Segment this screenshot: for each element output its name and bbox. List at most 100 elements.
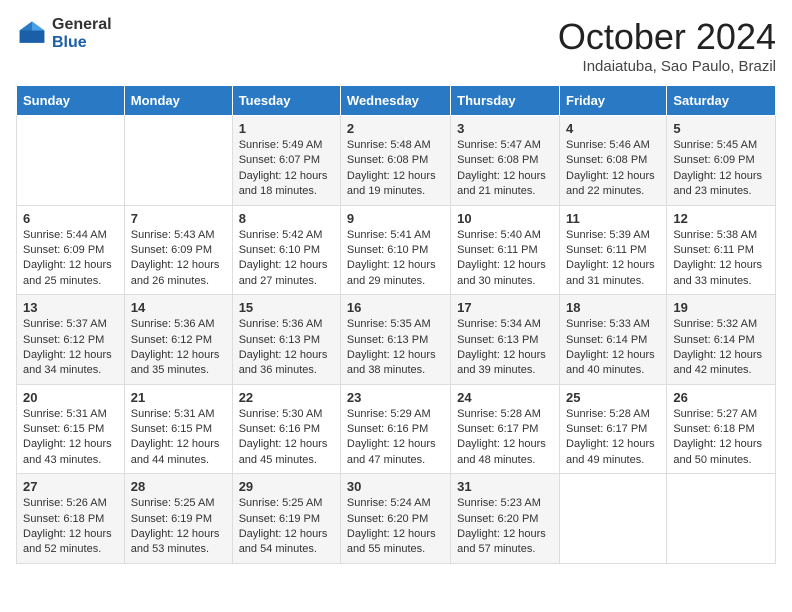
calendar-cell: 5 Sunrise: 5:45 AM Sunset: 6:09 PM Daylig…: [667, 116, 776, 206]
calendar-cell: [667, 474, 776, 564]
logo-blue-text: Blue: [52, 34, 112, 52]
day-info: Sunrise: 5:36 AM Sunset: 6:12 PM Dayligh…: [131, 317, 226, 379]
calendar-cell: 1 Sunrise: 5:49 AM Sunset: 6:07 PM Daylig…: [232, 116, 340, 206]
calendar-cell: 18 Sunrise: 5:33 AM Sunset: 6:14 PM Dayli…: [560, 295, 667, 385]
day-number: 11: [566, 211, 660, 226]
calendar-cell: 21 Sunrise: 5:31 AM Sunset: 6:15 PM Dayli…: [124, 384, 232, 474]
day-info: Sunrise: 5:45 AM Sunset: 6:09 PM Dayligh…: [673, 138, 769, 200]
location-text: Indaiatuba, Sao Paulo, Brazil: [558, 58, 776, 75]
calendar-cell: 3 Sunrise: 5:47 AM Sunset: 6:08 PM Daylig…: [451, 116, 560, 206]
day-info: Sunrise: 5:24 AM Sunset: 6:20 PM Dayligh…: [347, 496, 444, 558]
logo: General Blue: [16, 16, 112, 51]
day-info: Sunrise: 5:30 AM Sunset: 6:16 PM Dayligh…: [239, 407, 334, 469]
day-info: Sunrise: 5:36 AM Sunset: 6:13 PM Dayligh…: [239, 317, 334, 379]
day-info: Sunrise: 5:49 AM Sunset: 6:07 PM Dayligh…: [239, 138, 334, 200]
day-info: Sunrise: 5:31 AM Sunset: 6:15 PM Dayligh…: [23, 407, 118, 469]
day-number: 29: [239, 479, 334, 494]
calendar-cell: 8 Sunrise: 5:42 AM Sunset: 6:10 PM Daylig…: [232, 205, 340, 295]
day-number: 12: [673, 211, 769, 226]
day-number: 5: [673, 121, 769, 136]
calendar-week-row: 20Sunrise: 5:31 AM Sunset: 6:15 PM Dayli…: [17, 384, 776, 474]
calendar-cell: 26Sunrise: 5:27 AM Sunset: 6:18 PM Dayli…: [667, 384, 776, 474]
day-number: 24: [457, 390, 553, 405]
calendar-cell: [124, 116, 232, 206]
calendar-cell: 16 Sunrise: 5:35 AM Sunset: 6:13 PM Dayli…: [340, 295, 450, 385]
calendar-cell: 14Sunrise: 5:36 AM Sunset: 6:12 PM Dayli…: [124, 295, 232, 385]
day-number: 28: [131, 479, 226, 494]
calendar-week-row: 27Sunrise: 5:26 AM Sunset: 6:18 PM Dayli…: [17, 474, 776, 564]
day-number: 17: [457, 300, 553, 315]
calendar-cell: 9 Sunrise: 5:41 AM Sunset: 6:10 PM Daylig…: [340, 205, 450, 295]
day-number: 3: [457, 121, 553, 136]
calendar-cell: 11 Sunrise: 5:39 AM Sunset: 6:11 PM Dayli…: [560, 205, 667, 295]
day-info: Sunrise: 5:28 AM Sunset: 6:17 PM Dayligh…: [566, 407, 660, 469]
weekday-header-wednesday: Wednesday: [340, 86, 450, 116]
day-number: 22: [239, 390, 334, 405]
calendar-cell: 15 Sunrise: 5:36 AM Sunset: 6:13 PM Dayli…: [232, 295, 340, 385]
calendar-cell: 4 Sunrise: 5:46 AM Sunset: 6:08 PM Daylig…: [560, 116, 667, 206]
day-number: 30: [347, 479, 444, 494]
day-number: 10: [457, 211, 553, 226]
calendar-cell: 30 Sunrise: 5:24 AM Sunset: 6:20 PM Dayli…: [340, 474, 450, 564]
calendar-cell: 27Sunrise: 5:26 AM Sunset: 6:18 PM Dayli…: [17, 474, 125, 564]
day-number: 2: [347, 121, 444, 136]
day-info: Sunrise: 5:37 AM Sunset: 6:12 PM Dayligh…: [23, 317, 118, 379]
day-number: 13: [23, 300, 118, 315]
calendar-cell: 19 Sunrise: 5:32 AM Sunset: 6:14 PM Dayli…: [667, 295, 776, 385]
weekday-header-saturday: Saturday: [667, 86, 776, 116]
day-number: 15: [239, 300, 334, 315]
calendar-cell: 2 Sunrise: 5:48 AM Sunset: 6:08 PM Daylig…: [340, 116, 450, 206]
day-info: Sunrise: 5:31 AM Sunset: 6:15 PM Dayligh…: [131, 407, 226, 469]
day-number: 23: [347, 390, 444, 405]
day-info: Sunrise: 5:38 AM Sunset: 6:11 PM Dayligh…: [673, 228, 769, 290]
weekday-header-row: SundayMondayTuesdayWednesdayThursdayFrid…: [17, 86, 776, 116]
calendar-cell: 20Sunrise: 5:31 AM Sunset: 6:15 PM Dayli…: [17, 384, 125, 474]
day-info: Sunrise: 5:48 AM Sunset: 6:08 PM Dayligh…: [347, 138, 444, 200]
day-number: 25: [566, 390, 660, 405]
day-info: Sunrise: 5:32 AM Sunset: 6:14 PM Dayligh…: [673, 317, 769, 379]
weekday-header-sunday: Sunday: [17, 86, 125, 116]
day-number: 6: [23, 211, 118, 226]
day-number: 16: [347, 300, 444, 315]
day-info: Sunrise: 5:33 AM Sunset: 6:14 PM Dayligh…: [566, 317, 660, 379]
title-block: October 2024 Indaiatuba, Sao Paulo, Braz…: [558, 16, 776, 75]
calendar-week-row: 13 Sunrise: 5:37 AM Sunset: 6:12 PM Dayli…: [17, 295, 776, 385]
day-number: 18: [566, 300, 660, 315]
day-info: Sunrise: 5:47 AM Sunset: 6:08 PM Dayligh…: [457, 138, 553, 200]
logo-general-text: General: [52, 16, 112, 34]
calendar-cell: 31Sunrise: 5:23 AM Sunset: 6:20 PM Dayli…: [451, 474, 560, 564]
month-title: October 2024: [558, 16, 776, 58]
day-info: Sunrise: 5:28 AM Sunset: 6:17 PM Dayligh…: [457, 407, 553, 469]
weekday-header-monday: Monday: [124, 86, 232, 116]
calendar-cell: 6Sunrise: 5:44 AM Sunset: 6:09 PM Daylig…: [17, 205, 125, 295]
weekday-header-thursday: Thursday: [451, 86, 560, 116]
day-number: 9: [347, 211, 444, 226]
day-info: Sunrise: 5:27 AM Sunset: 6:18 PM Dayligh…: [673, 407, 769, 469]
calendar-cell: 13 Sunrise: 5:37 AM Sunset: 6:12 PM Dayli…: [17, 295, 125, 385]
weekday-header-tuesday: Tuesday: [232, 86, 340, 116]
day-info: Sunrise: 5:25 AM Sunset: 6:19 PM Dayligh…: [239, 496, 334, 558]
day-info: Sunrise: 5:46 AM Sunset: 6:08 PM Dayligh…: [566, 138, 660, 200]
calendar-cell: 25 Sunrise: 5:28 AM Sunset: 6:17 PM Dayli…: [560, 384, 667, 474]
day-number: 21: [131, 390, 226, 405]
day-number: 31: [457, 479, 553, 494]
calendar-cell: [560, 474, 667, 564]
calendar-table: SundayMondayTuesdayWednesdayThursdayFrid…: [16, 85, 776, 564]
day-info: Sunrise: 5:42 AM Sunset: 6:10 PM Dayligh…: [239, 228, 334, 290]
day-info: Sunrise: 5:29 AM Sunset: 6:16 PM Dayligh…: [347, 407, 444, 469]
calendar-cell: 23 Sunrise: 5:29 AM Sunset: 6:16 PM Dayli…: [340, 384, 450, 474]
day-number: 19: [673, 300, 769, 315]
calendar-cell: 17 Sunrise: 5:34 AM Sunset: 6:13 PM Dayli…: [451, 295, 560, 385]
day-info: Sunrise: 5:34 AM Sunset: 6:13 PM Dayligh…: [457, 317, 553, 379]
day-number: 8: [239, 211, 334, 226]
day-number: 4: [566, 121, 660, 136]
day-info: Sunrise: 5:41 AM Sunset: 6:10 PM Dayligh…: [347, 228, 444, 290]
calendar-cell: [17, 116, 125, 206]
calendar-cell: 7Sunrise: 5:43 AM Sunset: 6:09 PM Daylig…: [124, 205, 232, 295]
day-info: Sunrise: 5:43 AM Sunset: 6:09 PM Dayligh…: [131, 228, 226, 290]
day-info: Sunrise: 5:39 AM Sunset: 6:11 PM Dayligh…: [566, 228, 660, 290]
calendar-cell: 29 Sunrise: 5:25 AM Sunset: 6:19 PM Dayli…: [232, 474, 340, 564]
day-number: 1: [239, 121, 334, 136]
page-header: General Blue October 2024 Indaiatuba, Sa…: [16, 16, 776, 75]
day-info: Sunrise: 5:35 AM Sunset: 6:13 PM Dayligh…: [347, 317, 444, 379]
